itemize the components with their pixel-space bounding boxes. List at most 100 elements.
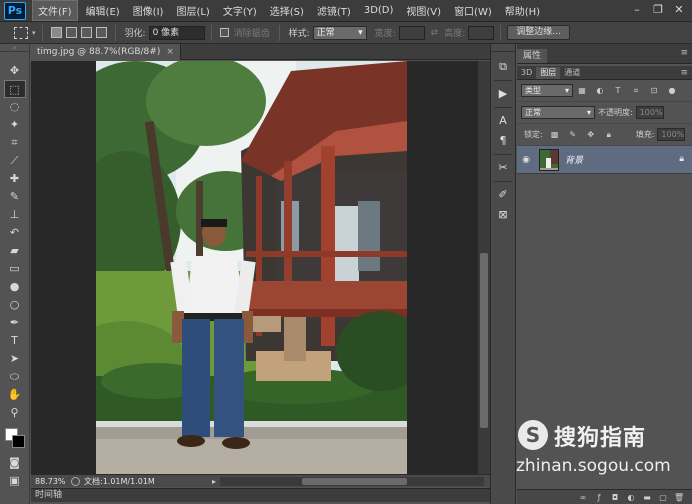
- clone-stamp-tool-icon[interactable]: ⊥: [4, 206, 26, 224]
- minimize-button[interactable]: –: [628, 2, 646, 18]
- status-menu-arrow-icon[interactable]: ▸: [212, 477, 216, 486]
- refine-edge-button[interactable]: 调整边缘...: [507, 25, 570, 40]
- fill-input[interactable]: 100%: [657, 128, 686, 141]
- layer-kind-select[interactable]: 类型 ▾: [521, 84, 573, 97]
- document-tab[interactable]: timg.jpg @ 88.7%(RGB/8#) ×: [31, 44, 181, 60]
- vertical-scroll-thumb[interactable]: [480, 253, 488, 428]
- close-button[interactable]: ✕: [670, 2, 688, 18]
- adjustment-layer-icon[interactable]: ◐: [626, 493, 636, 502]
- eraser-tool-icon[interactable]: ▰: [4, 242, 26, 260]
- rectangular-marquee-icon[interactable]: [14, 26, 28, 39]
- opacity-input[interactable]: 100%: [635, 106, 664, 119]
- background-color[interactable]: [11, 435, 25, 448]
- hand-tool-icon[interactable]: ✋: [4, 386, 26, 404]
- visibility-eye-icon[interactable]: ◉: [517, 155, 535, 165]
- lock-pixels-icon[interactable]: ✎: [567, 130, 579, 140]
- smart-object-filter-icon[interactable]: ⊡: [648, 86, 660, 96]
- screen-mode-icon[interactable]: ▣: [4, 472, 26, 490]
- subtract-selection-icon[interactable]: [80, 27, 92, 38]
- history-brush-tool-icon[interactable]: ↶: [4, 224, 26, 242]
- timeline-tab[interactable]: 时间轴: [31, 488, 490, 502]
- feather-input[interactable]: 0 像素: [148, 25, 205, 40]
- menu-filter[interactable]: 滤镜(T): [312, 1, 356, 20]
- brush-panel-icon[interactable]: ✐: [494, 186, 512, 204]
- magic-wand-tool-icon[interactable]: ✦: [4, 116, 26, 134]
- menu-file[interactable]: 文件(F): [32, 0, 78, 21]
- menu-view[interactable]: 视图(V): [401, 1, 446, 20]
- clone-source-icon[interactable]: ⊠: [494, 206, 512, 224]
- color-swatches[interactable]: [3, 426, 27, 450]
- move-tool-icon[interactable]: ✥: [4, 62, 26, 80]
- lock-position-icon[interactable]: ✥: [585, 130, 597, 140]
- quick-mask-icon[interactable]: ◙: [4, 454, 26, 472]
- shape-filter-icon[interactable]: ⌗: [630, 86, 642, 96]
- tab-channels[interactable]: 通道: [560, 67, 584, 79]
- close-icon[interactable]: ×: [166, 47, 174, 57]
- layers-menu-icon[interactable]: ≡: [680, 68, 688, 78]
- zoom-level[interactable]: 88.73%: [31, 477, 67, 486]
- photo-canvas[interactable]: [96, 61, 407, 474]
- panel-menu-icon[interactable]: ≡: [680, 48, 688, 58]
- add-selection-icon[interactable]: [65, 27, 77, 38]
- paragraph-panel-icon[interactable]: ¶: [494, 132, 512, 150]
- intersect-selection-icon[interactable]: [95, 27, 107, 38]
- menu-image[interactable]: 图像(I): [128, 1, 169, 20]
- delete-layer-icon[interactable]: 🗑︎: [674, 493, 684, 502]
- blur-tool-icon[interactable]: ●: [4, 278, 26, 296]
- pixel-filter-icon[interactable]: ▦: [576, 86, 588, 96]
- style-select[interactable]: 正常 ▾: [312, 25, 367, 40]
- menu-layer[interactable]: 图层(L): [171, 1, 214, 20]
- brush-tool-icon[interactable]: ✎: [4, 188, 26, 206]
- link-layers-icon[interactable]: ∞: [578, 493, 588, 502]
- history-panel-icon[interactable]: ⧉: [494, 58, 512, 76]
- preset-dropdown-icon[interactable]: ▾: [32, 29, 36, 37]
- panel-grip[interactable]: »: [0, 44, 29, 52]
- add-mask-icon[interactable]: ◘: [610, 493, 620, 502]
- horizontal-scroll-thumb[interactable]: [302, 477, 408, 485]
- lock-transparency-icon[interactable]: ▩: [549, 130, 561, 140]
- menu-type[interactable]: 文字(Y): [218, 1, 262, 20]
- panel-grip[interactable]: [491, 44, 515, 52]
- character-panel-icon[interactable]: A: [494, 112, 512, 130]
- menu-select[interactable]: 选择(S): [265, 1, 309, 20]
- layer-style-icon[interactable]: ƒ: [594, 493, 604, 502]
- pen-tool-icon[interactable]: ✒: [4, 314, 26, 332]
- ellipse-tool-icon[interactable]: ⬭: [4, 368, 26, 386]
- filter-toggle-icon[interactable]: ●: [666, 86, 678, 96]
- lasso-tool-icon[interactable]: ◌: [4, 98, 26, 116]
- tab-properties[interactable]: 属性: [517, 49, 548, 63]
- lock-all-icon[interactable]: 🔒︎: [603, 130, 615, 140]
- zoom-tool-icon[interactable]: ⚲: [4, 404, 26, 422]
- actions-panel-icon[interactable]: ▶: [494, 85, 512, 103]
- antialias-checkbox[interactable]: [219, 28, 229, 37]
- blend-mode-select[interactable]: 正常 ▾: [521, 106, 595, 119]
- height-input[interactable]: [468, 25, 495, 40]
- eyedropper-tool-icon[interactable]: ⟋: [4, 152, 26, 170]
- marquee-tool-icon[interactable]: ⬚: [3, 80, 26, 98]
- vertical-scrollbar[interactable]: [478, 61, 490, 474]
- tab-layers[interactable]: 图层: [536, 67, 561, 79]
- dodge-tool-icon[interactable]: ○: [4, 296, 26, 314]
- tab-3d[interactable]: 3D: [517, 67, 536, 79]
- swap-icon[interactable]: ⇄: [431, 28, 439, 38]
- canvas-area[interactable]: [31, 61, 478, 474]
- path-selection-tool-icon[interactable]: ➤: [4, 350, 26, 368]
- type-filter-icon[interactable]: T: [612, 86, 624, 96]
- tool-presets-icon[interactable]: ✂: [494, 159, 512, 177]
- restore-button[interactable]: ❐: [649, 2, 667, 18]
- layer-row-background[interactable]: ◉ 背景 🔒︎: [517, 146, 692, 174]
- menu-3d[interactable]: 3D(D): [359, 3, 399, 18]
- new-group-icon[interactable]: ▬: [642, 493, 652, 502]
- healing-brush-tool-icon[interactable]: ✚: [4, 170, 26, 188]
- layer-name[interactable]: 背景: [565, 153, 583, 166]
- adjustment-filter-icon[interactable]: ◐: [594, 86, 606, 96]
- width-input[interactable]: [398, 25, 425, 40]
- menu-edit[interactable]: 编辑(E): [81, 1, 125, 20]
- gradient-tool-icon[interactable]: ▭: [4, 260, 26, 278]
- new-selection-icon[interactable]: [50, 27, 62, 38]
- menu-window[interactable]: 窗口(W): [449, 1, 497, 20]
- horizontal-scrollbar[interactable]: [220, 476, 484, 486]
- crop-tool-icon[interactable]: ⌗: [4, 134, 26, 152]
- status-info-icon[interactable]: [71, 476, 80, 486]
- menu-help[interactable]: 帮助(H): [500, 1, 545, 20]
